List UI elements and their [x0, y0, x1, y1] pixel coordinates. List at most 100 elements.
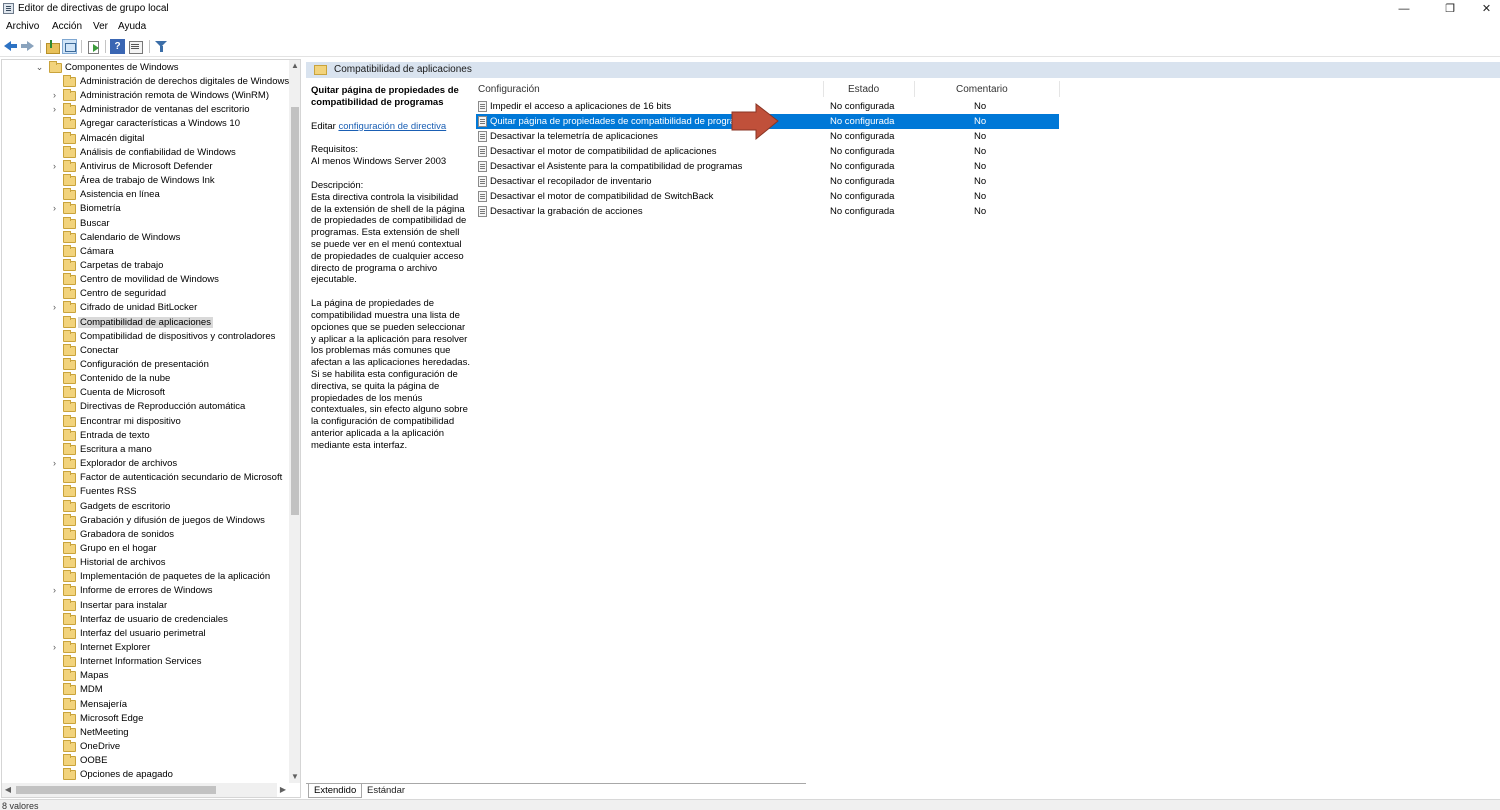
- tree-item[interactable]: Asistencia en línea: [2, 188, 288, 202]
- tree-vertical-scrollbar[interactable]: ▲ ▼: [289, 60, 300, 783]
- scrollbar-thumb[interactable]: [291, 107, 299, 515]
- export-list-icon[interactable]: [86, 39, 101, 54]
- help-icon[interactable]: ?: [110, 39, 125, 54]
- tree-item[interactable]: Microsoft Edge: [2, 711, 288, 726]
- tree-item[interactable]: › Informe de errores de Windows: [2, 584, 288, 598]
- tree-item[interactable]: Configuración de presentación: [2, 358, 288, 372]
- tree-item[interactable]: Directivas de Reproducción automática: [2, 400, 288, 414]
- column-header-state[interactable]: Estado: [848, 84, 879, 95]
- policy-row[interactable]: Desactivar la grabación de acciones No co…: [476, 204, 1059, 219]
- policy-row[interactable]: Desactivar el motor de compatibilidad de…: [476, 144, 1059, 159]
- tree-item[interactable]: Cámara: [2, 244, 288, 259]
- tree-item[interactable]: Centro de movilidad de Windows: [2, 273, 288, 287]
- column-divider[interactable]: [914, 81, 915, 97]
- tree-item[interactable]: Compatibilidad de aplicaciones: [2, 315, 288, 330]
- scroll-up-icon[interactable]: ▲: [289, 60, 300, 72]
- chevron-right-icon[interactable]: ›: [50, 91, 59, 100]
- scroll-right-icon[interactable]: ▶: [277, 783, 289, 797]
- tree-item[interactable]: Encontrar mi dispositivo: [2, 414, 288, 429]
- tree-item[interactable]: Análisis de confiabilidad de Windows: [2, 145, 288, 160]
- tree-item[interactable]: Carpetas de trabajo: [2, 258, 288, 273]
- tree-item[interactable]: Factor de autenticación secundario de Mi…: [2, 471, 288, 485]
- policy-row[interactable]: Desactivar el recopilador de inventario N…: [476, 174, 1059, 189]
- tree-item[interactable]: Grabación y difusión de juegos de Window…: [2, 513, 288, 528]
- chevron-right-icon[interactable]: ›: [50, 586, 59, 595]
- tree-item[interactable]: Internet Information Services: [2, 655, 288, 669]
- maximize-button[interactable]: ❐: [1427, 0, 1473, 18]
- filter-icon[interactable]: [154, 39, 169, 54]
- chevron-right-icon[interactable]: ›: [50, 105, 59, 114]
- tree-item[interactable]: › Administración remota de Windows (WinRM…: [2, 89, 288, 103]
- chevron-right-icon[interactable]: ›: [50, 459, 59, 468]
- chevron-right-icon[interactable]: ›: [50, 643, 59, 652]
- tree-item[interactable]: Conectar: [2, 343, 288, 358]
- tree-item[interactable]: Gadgets de escritorio: [2, 499, 288, 514]
- menu-accion[interactable]: Acción: [52, 21, 82, 32]
- column-header-comment[interactable]: Comentario: [956, 84, 1008, 95]
- tree-item[interactable]: Calendario de Windows: [2, 230, 288, 245]
- tree-item[interactable]: › Explorador de archivos: [2, 457, 288, 471]
- scroll-down-icon[interactable]: ▼: [289, 771, 300, 783]
- tree-item[interactable]: Escritura a mano: [2, 442, 288, 457]
- tab-standard[interactable]: Estándar: [362, 784, 410, 798]
- scroll-left-icon[interactable]: ◀: [2, 783, 14, 797]
- tree-item[interactable]: MDM: [2, 683, 288, 697]
- tree-item[interactable]: Centro de seguridad: [2, 287, 288, 301]
- tree-item[interactable]: Buscar: [2, 216, 288, 231]
- chevron-right-icon[interactable]: ›: [50, 303, 59, 312]
- forward-arrow-icon[interactable]: [20, 39, 35, 54]
- tab-extended[interactable]: Extendido: [308, 784, 363, 798]
- console-tree[interactable]: ⌄ Componentes de Windows Administración …: [1, 59, 301, 798]
- folder-up-icon[interactable]: [45, 39, 60, 54]
- tree-item[interactable]: › Biometría: [2, 202, 288, 216]
- edit-policy-link[interactable]: configuración de directiva: [338, 121, 446, 132]
- tree-item[interactable]: Opciones de apagado: [2, 768, 288, 782]
- policy-description-panel: Quitar página de propiedades de compatib…: [311, 85, 471, 452]
- tree-item[interactable]: OOBE: [2, 754, 288, 768]
- tree-item[interactable]: Cuenta de Microsoft: [2, 386, 288, 400]
- tree-item[interactable]: › Antivirus de Microsoft Defender: [2, 159, 288, 174]
- tree-item[interactable]: Contenido de la nube: [2, 372, 288, 386]
- chevron-right-icon[interactable]: ›: [50, 161, 59, 171]
- show-hide-console-tree-icon[interactable]: [62, 39, 77, 54]
- tree-item[interactable]: Entrada de texto: [2, 428, 288, 443]
- tree-item[interactable]: Grupo en el hogar: [2, 541, 288, 556]
- back-arrow-icon[interactable]: [3, 39, 18, 54]
- minimize-button[interactable]: —: [1381, 0, 1427, 18]
- tree-item[interactable]: Administración de derechos digitales de …: [2, 75, 289, 89]
- tree-item[interactable]: Fuentes RSS: [2, 485, 288, 499]
- tree-horizontal-scrollbar[interactable]: ◀ ▶: [2, 783, 289, 797]
- tree-item[interactable]: › Administrador de ventanas del escritori…: [2, 103, 288, 117]
- policy-name: Desactivar el recopilador de inventario: [490, 176, 652, 187]
- chevron-right-icon[interactable]: ›: [50, 204, 59, 213]
- menu-ver[interactable]: Ver: [93, 21, 108, 32]
- close-button[interactable]: ✕: [1473, 0, 1500, 18]
- tree-item[interactable]: Grabadora de sonidos: [2, 527, 288, 542]
- tree-root-componentes[interactable]: ⌄ Componentes de Windows: [2, 61, 288, 75]
- policy-row[interactable]: Desactivar el Asistente para la compatib…: [476, 159, 1059, 174]
- tree-item[interactable]: Mensajería: [2, 697, 288, 712]
- column-divider[interactable]: [1059, 81, 1060, 97]
- menu-archivo[interactable]: Archivo: [6, 21, 39, 32]
- tree-item[interactable]: › Internet Explorer: [2, 641, 288, 655]
- tree-item[interactable]: Interfaz del usuario perimetral: [2, 626, 288, 641]
- scrollbar-thumb[interactable]: [16, 786, 216, 794]
- tree-item[interactable]: NetMeeting: [2, 725, 288, 740]
- menu-ayuda[interactable]: Ayuda: [118, 21, 146, 32]
- tree-item[interactable]: Almacén digital: [2, 131, 288, 146]
- tree-item[interactable]: Implementación de paquetes de la aplicac…: [2, 570, 288, 584]
- tree-item[interactable]: Mapas: [2, 669, 288, 683]
- column-header-setting[interactable]: Configuración: [478, 84, 540, 95]
- properties-icon[interactable]: [128, 39, 143, 54]
- policy-row[interactable]: Desactivar el motor de compatibilidad de…: [476, 189, 1059, 204]
- tree-item[interactable]: Insertar para instalar: [2, 598, 288, 613]
- tree-item[interactable]: › Cifrado de unidad BitLocker: [2, 301, 288, 315]
- tree-item[interactable]: OneDrive: [2, 740, 288, 754]
- tree-item[interactable]: Interfaz de usuario de credenciales: [2, 612, 288, 627]
- tree-item[interactable]: Compatibilidad de dispositivos y control…: [2, 329, 288, 344]
- tree-item[interactable]: Área de trabajo de Windows Ink: [2, 174, 288, 188]
- chevron-down-icon[interactable]: ⌄: [35, 63, 44, 72]
- tree-item[interactable]: Agregar características a Windows 10: [2, 117, 288, 131]
- tree-item[interactable]: Historial de archivos: [2, 556, 288, 570]
- column-divider[interactable]: [823, 81, 824, 97]
